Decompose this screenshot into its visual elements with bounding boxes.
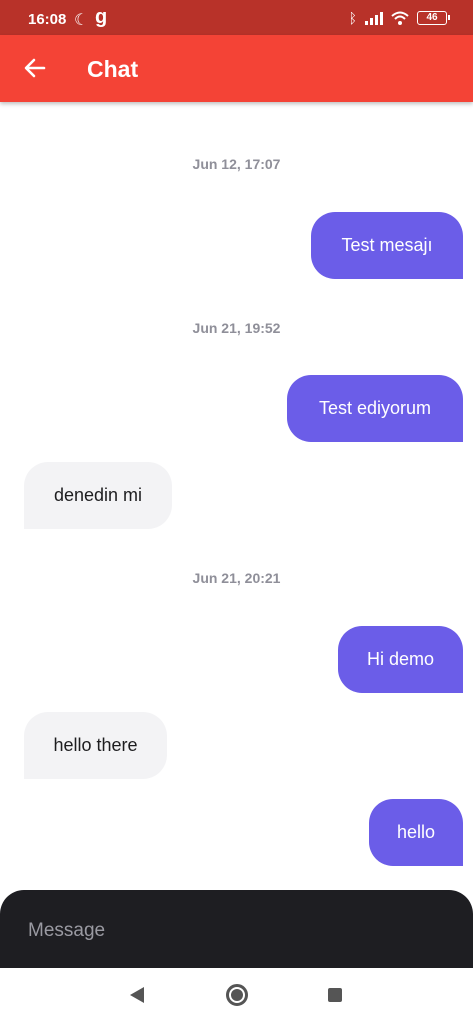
date-separator: Jun 21, 19:52 [192,320,281,336]
outgoing-message[interactable]: Test mesajı [311,212,463,279]
incoming-message[interactable]: denedin mi [24,462,172,529]
wifi-icon [391,11,409,25]
signal-icon [365,11,383,25]
g-app-icon: g [95,6,108,28]
message-composer [0,890,473,970]
incoming-message[interactable]: hello there [24,712,167,779]
arrow-left-icon[interactable] [20,53,50,83]
outgoing-message[interactable]: Hi demo [338,626,463,693]
outgoing-message[interactable]: hello [369,799,463,866]
system-nav-bar [0,968,473,1024]
status-icons: ᛒ 46 [348,10,450,26]
status-bar: 16:08 ☾ g ᛒ 46 [0,0,473,35]
page-title: Chat [87,56,139,82]
message-input[interactable] [28,918,448,944]
date-separator: Jun 12, 17:07 [192,156,281,172]
bluetooth-icon: ᛒ [348,10,357,26]
date-separator: Jun 21, 20:21 [192,570,281,586]
battery-icon: 46 [417,11,450,25]
status-time: 16:08 [28,11,67,28]
nav-recents-icon[interactable] [328,988,342,1002]
app-bar: Chat [0,35,473,102]
battery-level: 46 [426,12,438,23]
nav-home-icon[interactable] [226,984,248,1006]
nav-back-icon[interactable] [130,987,144,1003]
moon-icon: ☾ [74,12,89,29]
outgoing-message[interactable]: Test ediyorum [287,375,463,442]
